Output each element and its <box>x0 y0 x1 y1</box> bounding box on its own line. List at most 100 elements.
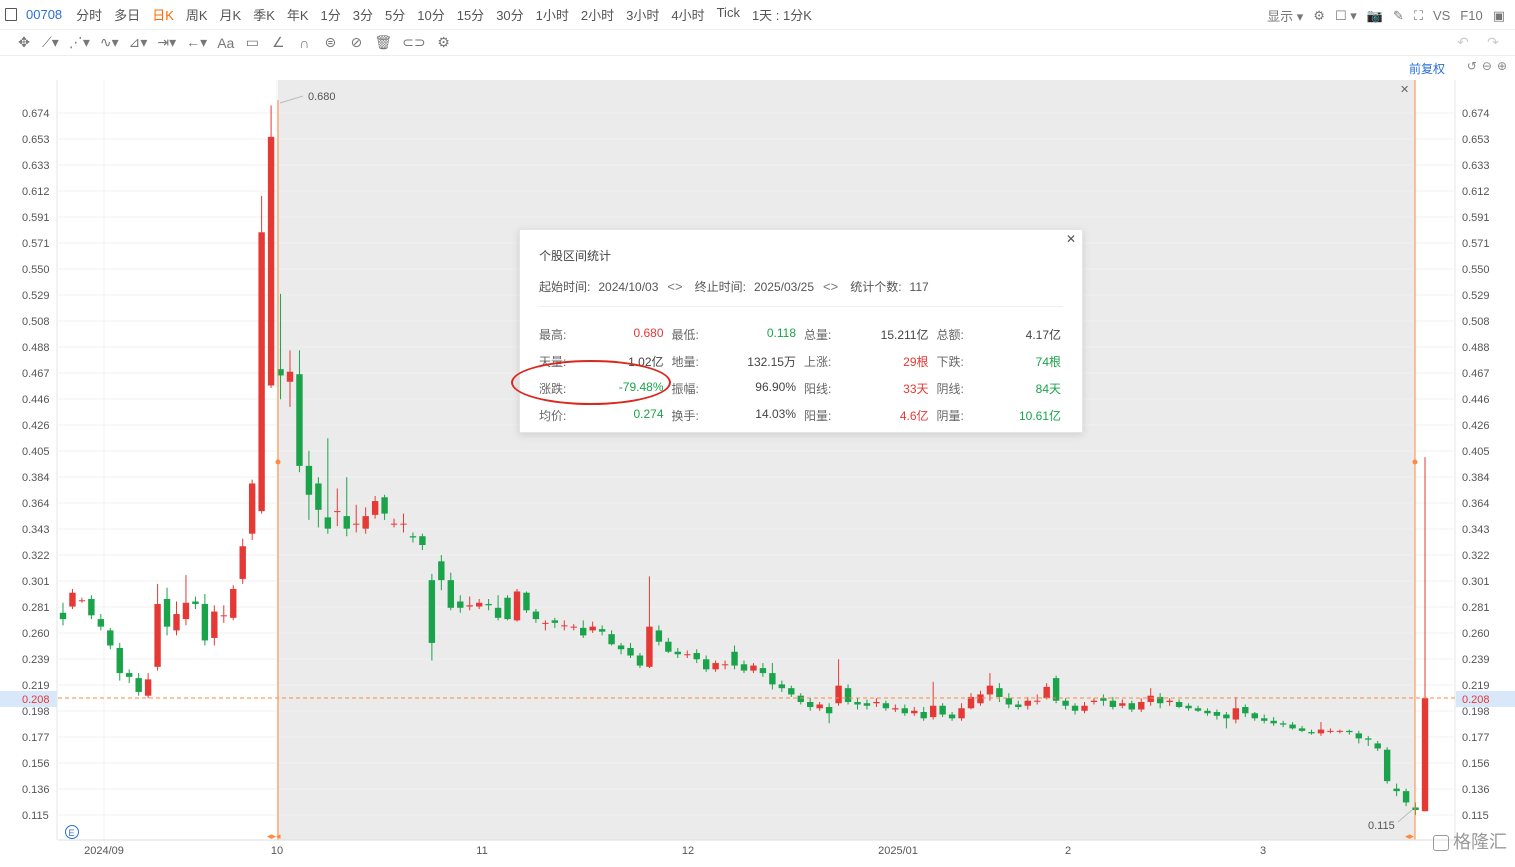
tab-9[interactable]: 5分 <box>379 5 411 24</box>
settings-icon[interactable]: ⚙ <box>1313 8 1325 24</box>
link-icon[interactable]: ⊂⊃ <box>402 34 425 51</box>
y-tick-label: 0.426 <box>22 420 50 432</box>
f10-button[interactable]: F10 <box>1460 8 1482 23</box>
comment-icon[interactable]: ▭ <box>244 34 260 51</box>
tab-12[interactable]: 30分 <box>490 5 529 24</box>
line-tool-icon[interactable]: ⟋▾ <box>42 34 59 51</box>
y-tick-label: 0.612 <box>1462 186 1490 198</box>
candle-body <box>958 708 964 718</box>
tab-8[interactable]: 3分 <box>347 5 379 24</box>
undo-redo: ↶ ↷ <box>1455 34 1501 51</box>
candle-body <box>410 536 416 537</box>
end-adjust-icon[interactable]: <> <box>823 279 838 294</box>
event-badge-letter: E <box>69 828 75 838</box>
tab-6[interactable]: 年K <box>281 5 315 24</box>
candle-body <box>1270 721 1276 724</box>
stat-value: 0.680 <box>633 326 663 343</box>
candle-body <box>921 712 927 718</box>
range-start-marker[interactable] <box>276 460 281 465</box>
tab-17[interactable]: Tick <box>711 5 746 24</box>
tab-18[interactable]: 1天 : 1分K <box>746 5 818 24</box>
stat-cell: 下跌:74根 <box>937 353 1070 370</box>
y-tick-label: 0.364 <box>1462 498 1490 510</box>
kline-chart[interactable]: 0.6740.6530.6330.6120.5910.5710.5500.529… <box>0 56 1515 867</box>
y-tick-label: 0.529 <box>22 290 50 302</box>
tab-14[interactable]: 2小时 <box>575 5 620 24</box>
candle-body <box>741 664 747 670</box>
measure-tool-icon[interactable]: ⇥▾ <box>157 34 176 51</box>
tab-16[interactable]: 4小时 <box>665 5 710 24</box>
candle-body <box>173 614 179 630</box>
move-icon[interactable]: ✥ <box>16 34 32 51</box>
panel-icon[interactable]: ▣ <box>1493 8 1505 24</box>
x-tick-label: 10 <box>271 845 283 857</box>
tab-3[interactable]: 周K <box>180 5 214 24</box>
angle-icon[interactable]: ∠ <box>270 34 286 51</box>
layout-icon[interactable]: ☐ ▾ <box>1335 8 1357 24</box>
draw-settings-icon[interactable]: ⚙ <box>436 34 452 51</box>
tab-0[interactable]: 分时 <box>70 5 108 24</box>
count-label: 统计个数: <box>850 278 901 295</box>
camera-icon[interactable]: 📷 <box>1367 8 1383 24</box>
tab-13[interactable]: 1小时 <box>530 5 575 24</box>
date-axis: 2024/091011122025/0123 <box>84 845 1266 857</box>
candle-body <box>1365 738 1371 739</box>
candle-body <box>1110 701 1116 707</box>
channel-tool-icon[interactable]: ⋰▾ <box>69 34 90 51</box>
y-tick-label: 0.281 <box>22 602 50 614</box>
candle-body <box>296 374 302 466</box>
redo-icon[interactable]: ↷ <box>1485 34 1501 51</box>
candle-body <box>533 612 539 620</box>
pen-icon[interactable]: ✎ <box>1393 8 1404 24</box>
candle-body <box>1072 706 1078 711</box>
candle-body <box>1176 702 1182 707</box>
candle-body <box>1308 732 1314 733</box>
wave-tool-icon[interactable]: ∿▾ <box>100 34 119 51</box>
y-tick-label: 0.239 <box>1462 654 1490 666</box>
lock-icon[interactable]: ⊜ <box>322 34 338 51</box>
tab-5[interactable]: 季K <box>247 5 281 24</box>
candle-body <box>731 652 737 666</box>
tab-10[interactable]: 10分 <box>411 5 450 24</box>
stock-symbol[interactable]: 00708 <box>26 7 62 22</box>
y-tick-label: 0.405 <box>22 446 50 458</box>
sidebar-toggle-icon[interactable] <box>5 8 17 21</box>
toolbar-right: 显示 ▾ ⚙ ☐ ▾ 📷 ✎ ⛶ VS F10 ▣ <box>1267 6 1505 25</box>
candle-body <box>438 561 444 580</box>
candle-body <box>1062 701 1068 706</box>
display-dropdown[interactable]: 显示 ▾ <box>1267 6 1303 25</box>
text-tool-icon[interactable]: Aa <box>217 35 234 51</box>
y-tick-label: 0.529 <box>1462 290 1490 302</box>
candle-body <box>646 627 652 667</box>
undo-icon[interactable]: ↶ <box>1455 34 1471 51</box>
fib-tool-icon[interactable]: ⊿▾ <box>129 34 148 51</box>
vs-button[interactable]: VS <box>1433 8 1450 23</box>
y-tick-label: 0.239 <box>22 654 50 666</box>
tab-1[interactable]: 多日 <box>108 5 146 24</box>
trash-icon[interactable]: 🗑 <box>374 34 392 51</box>
close-range-icon[interactable]: ✕ <box>1400 84 1409 96</box>
tab-11[interactable]: 15分 <box>451 5 490 24</box>
stat-value: 132.15万 <box>747 353 796 370</box>
range-end-marker[interactable] <box>1413 460 1418 465</box>
tab-15[interactable]: 3小时 <box>620 5 665 24</box>
kline-svg[interactable]: 0.6740.6530.6330.6120.5910.5710.5500.529… <box>0 56 1515 862</box>
fullscreen-icon[interactable]: ⛶ <box>1414 8 1423 24</box>
y-tick-label: 0.322 <box>22 550 50 562</box>
candle-body <box>1337 731 1343 732</box>
y-tick-label: 0.508 <box>22 316 50 328</box>
stat-cell: 阴量:10.61亿 <box>937 407 1070 424</box>
start-adjust-icon[interactable]: <> <box>667 279 682 294</box>
tab-2[interactable]: 日K <box>146 5 180 24</box>
highlight-circle <box>511 360 671 405</box>
stat-key: 换手: <box>672 407 699 424</box>
popup-close-icon[interactable]: ✕ <box>1066 232 1076 246</box>
arrow-tool-icon[interactable]: ←▾ <box>186 34 207 51</box>
tab-7[interactable]: 1分 <box>315 5 347 24</box>
hide-icon[interactable]: ⊘ <box>348 34 364 51</box>
price-axis-right: 0.6740.6530.6330.6120.5910.5710.5500.529… <box>1462 108 1490 822</box>
magnet-icon[interactable]: ∩ <box>296 35 312 51</box>
stat-cell: 阳线:33天 <box>804 380 937 397</box>
y-tick-label: 0.426 <box>1462 420 1490 432</box>
tab-4[interactable]: 月K <box>214 5 248 24</box>
